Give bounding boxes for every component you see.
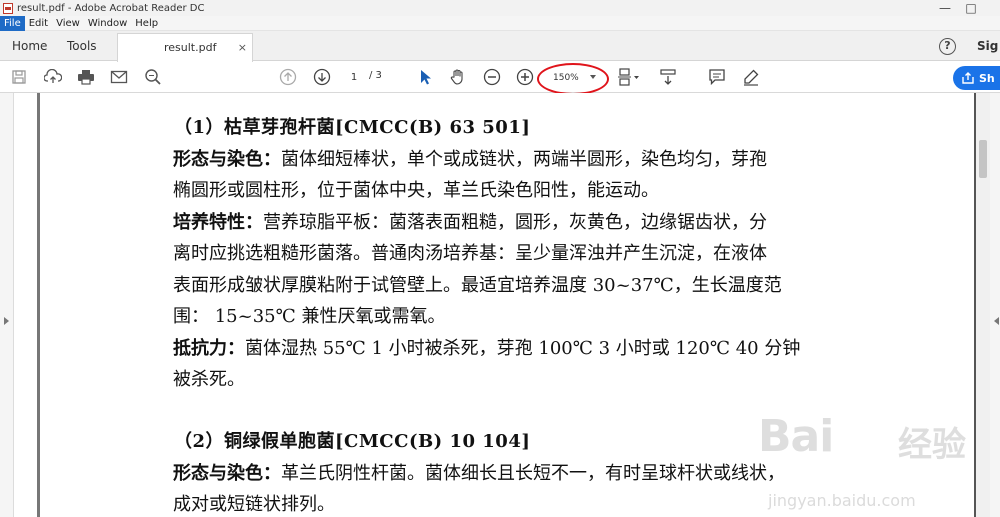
tab-document[interactable]: result.pdf × (117, 33, 253, 62)
hand-tool-icon[interactable] (447, 66, 469, 88)
text-line: 成对或短链状排列。 (173, 494, 335, 515)
maximize-icon[interactable]: □ (958, 0, 984, 16)
zoom-annotation-circle (537, 63, 609, 95)
document-tab-label: result.pdf (164, 41, 217, 54)
text-line: 形态与染色：革兰氏阴性杆菌。菌体细长且长短不一，有时呈球杆状或线状， (173, 459, 785, 485)
watermark-url: jingyan.baidu.com (768, 491, 916, 510)
next-page-icon[interactable] (311, 66, 333, 88)
section-heading-2: （2）铜绿假单胞菌[CMCC(B) 10 104] (174, 431, 531, 452)
help-icon[interactable]: ? (939, 38, 956, 55)
highlight-pen-icon[interactable] (740, 66, 762, 88)
chevron-right-icon (4, 317, 9, 325)
paragraph-label: 抵抗力： (173, 338, 245, 359)
text-line: 抵抗力：菌体湿热 55℃ 1 小时被杀死，芽孢 100℃ 3 小时或 120℃ … (173, 334, 800, 360)
upload-cloud-icon[interactable] (42, 66, 64, 88)
paragraph-label: 培养特性： (173, 212, 263, 233)
share-label: Sh (979, 71, 995, 85)
minimize-icon[interactable]: — (932, 0, 958, 16)
watermark-logo: Bai (758, 411, 834, 462)
menu-window[interactable]: Window (84, 16, 131, 31)
text-line: 表面形成皱状厚膜粘附于试管壁上。最适宜培养温度 30~37℃，生长温度范 (173, 275, 782, 296)
text-line: 培养特性：营养琼脂平板：菌落表面粗糙，圆形，灰黄色，边缘锯齿状，分 (173, 208, 767, 234)
toolbar: / 3 150% (0, 62, 1000, 93)
select-arrow-icon[interactable] (414, 66, 436, 88)
text-line: 离时应挑选粗糙形菌落。普通肉汤培养基：呈少量浑浊并产生沉淀，在液体 (173, 243, 767, 264)
save-icon[interactable] (9, 66, 29, 88)
paragraph-text: 营养琼脂平板：菌落表面粗糙，圆形，灰黄色，边缘锯齿状，分 (263, 212, 767, 233)
share-button[interactable]: Sh (953, 66, 1000, 90)
tab-home[interactable]: Home (12, 31, 47, 61)
paragraph-text: 菌体湿热 55℃ 1 小时被杀死，芽孢 100℃ 3 小时或 120℃ 40 分… (245, 338, 801, 359)
menu-file[interactable]: File (0, 15, 25, 31)
comment-icon[interactable] (706, 66, 728, 88)
zoom-out-icon[interactable] (481, 66, 503, 88)
page-display-icon[interactable] (616, 66, 642, 88)
previous-page-icon[interactable] (277, 66, 299, 88)
share-icon (962, 72, 974, 84)
page-number-input[interactable] (343, 69, 365, 86)
menu-view[interactable]: View (52, 16, 84, 31)
text-line: 形态与染色：菌体细短棒状，单个或成链状，两端半圆形，染色均匀，芽孢 (173, 145, 767, 171)
tab-tools[interactable]: Tools (67, 31, 97, 61)
section-heading-1: （1）枯草芽孢杆菌[CMCC(B) 63 501] (174, 117, 531, 138)
scroll-mode-icon[interactable] (656, 66, 680, 88)
email-icon[interactable] (108, 66, 130, 88)
print-icon[interactable] (75, 66, 97, 88)
page-total: / 3 (369, 70, 382, 81)
scrollbar-thumb[interactable] (979, 140, 987, 178)
paragraph-label: 形态与染色： (173, 149, 281, 170)
tab-bar: Home Tools result.pdf × ? Sig (0, 31, 1000, 62)
title-bar: result.pdf - Adobe Acrobat Reader DC — □ (0, 0, 1000, 16)
text-line: 被杀死。 (173, 369, 245, 390)
menu-edit[interactable]: Edit (25, 16, 52, 31)
paragraph-text: 菌体细短棒状，单个或成链状，两端半圆形，染色均匀，芽孢 (281, 149, 767, 170)
search-icon[interactable] (142, 66, 164, 88)
left-panel-toggle[interactable] (0, 93, 14, 517)
window-title: result.pdf - Adobe Acrobat Reader DC (17, 2, 205, 14)
text-line: 围： 15~35℃ 兼性厌氧或需氧。 (173, 306, 446, 327)
zoom-in-icon[interactable] (514, 66, 536, 88)
menu-bar: File Edit View Window Help (0, 15, 1000, 31)
paragraph-label: 形态与染色： (173, 463, 281, 484)
baidu-watermark: Bai 经验 jingyan.baidu.com (758, 407, 998, 517)
text-line: 椭圆形或圆柱形，位于菌体中央，革兰氏染色阳性，能运动。 (173, 180, 659, 201)
menu-help[interactable]: Help (131, 16, 162, 31)
pdf-file-icon (3, 2, 13, 14)
close-tab-icon[interactable]: × (238, 34, 247, 61)
chevron-left-icon (994, 317, 999, 325)
paragraph-text: 革兰氏阴性杆菌。菌体细长且长短不一，有时呈球杆状或线状， (281, 463, 785, 484)
watermark-title: 经验 (898, 425, 966, 465)
sign-in-link[interactable]: Sig (977, 31, 998, 61)
